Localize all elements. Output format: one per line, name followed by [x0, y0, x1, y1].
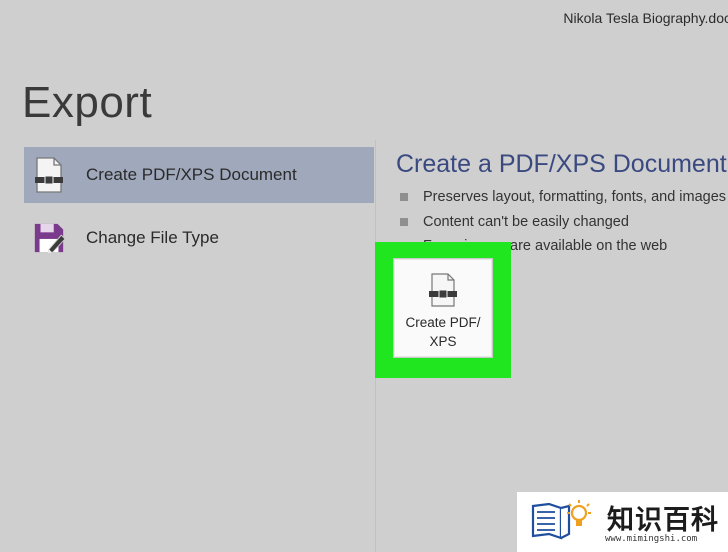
- watermark-brand: 知识百科: [607, 505, 719, 535]
- menu-item-change-file-type[interactable]: Change File Type: [24, 210, 374, 266]
- watermark-url: www.mimingshi.com: [605, 534, 698, 544]
- save-file-type-icon: [32, 218, 66, 258]
- details-title: Create a PDF/XPS Document: [396, 150, 727, 178]
- button-label: Create PDF/ XPS: [398, 313, 488, 351]
- menu-item-create-pdf-xps[interactable]: Create PDF/XPS Document: [24, 147, 374, 203]
- pdf-document-icon: [428, 273, 458, 307]
- bullet-square-icon: [400, 217, 408, 226]
- book-lightbulb-logo-icon: [529, 498, 593, 542]
- bullet-item: Preserves layout, formatting, fonts, and…: [400, 185, 726, 210]
- button-label-line-1: Create PDF/: [405, 315, 481, 330]
- pdf-document-icon: [32, 155, 66, 195]
- bullet-square-icon: [400, 193, 408, 202]
- export-options-panel: Create PDF/XPS Document Change File Type: [0, 140, 376, 552]
- bullet-text: Preserves layout, formatting, fonts, and…: [423, 189, 727, 206]
- button-label-line-2: XPS: [429, 334, 457, 349]
- create-pdf-xps-button[interactable]: Create PDF/ XPS: [393, 258, 493, 358]
- bullet-text: Content can't be easily changed: [423, 213, 629, 230]
- document-title: Nikola Tesla Biography.docx: [563, 10, 728, 26]
- watermark: 知识百科 www.mimingshi.com: [517, 492, 728, 552]
- page-title: Export: [22, 78, 153, 127]
- menu-item-label: Change File Type: [86, 228, 219, 247]
- menu-item-label: Create PDF/XPS Document: [86, 165, 297, 184]
- bullet-item: Content can't be easily changed: [400, 210, 726, 235]
